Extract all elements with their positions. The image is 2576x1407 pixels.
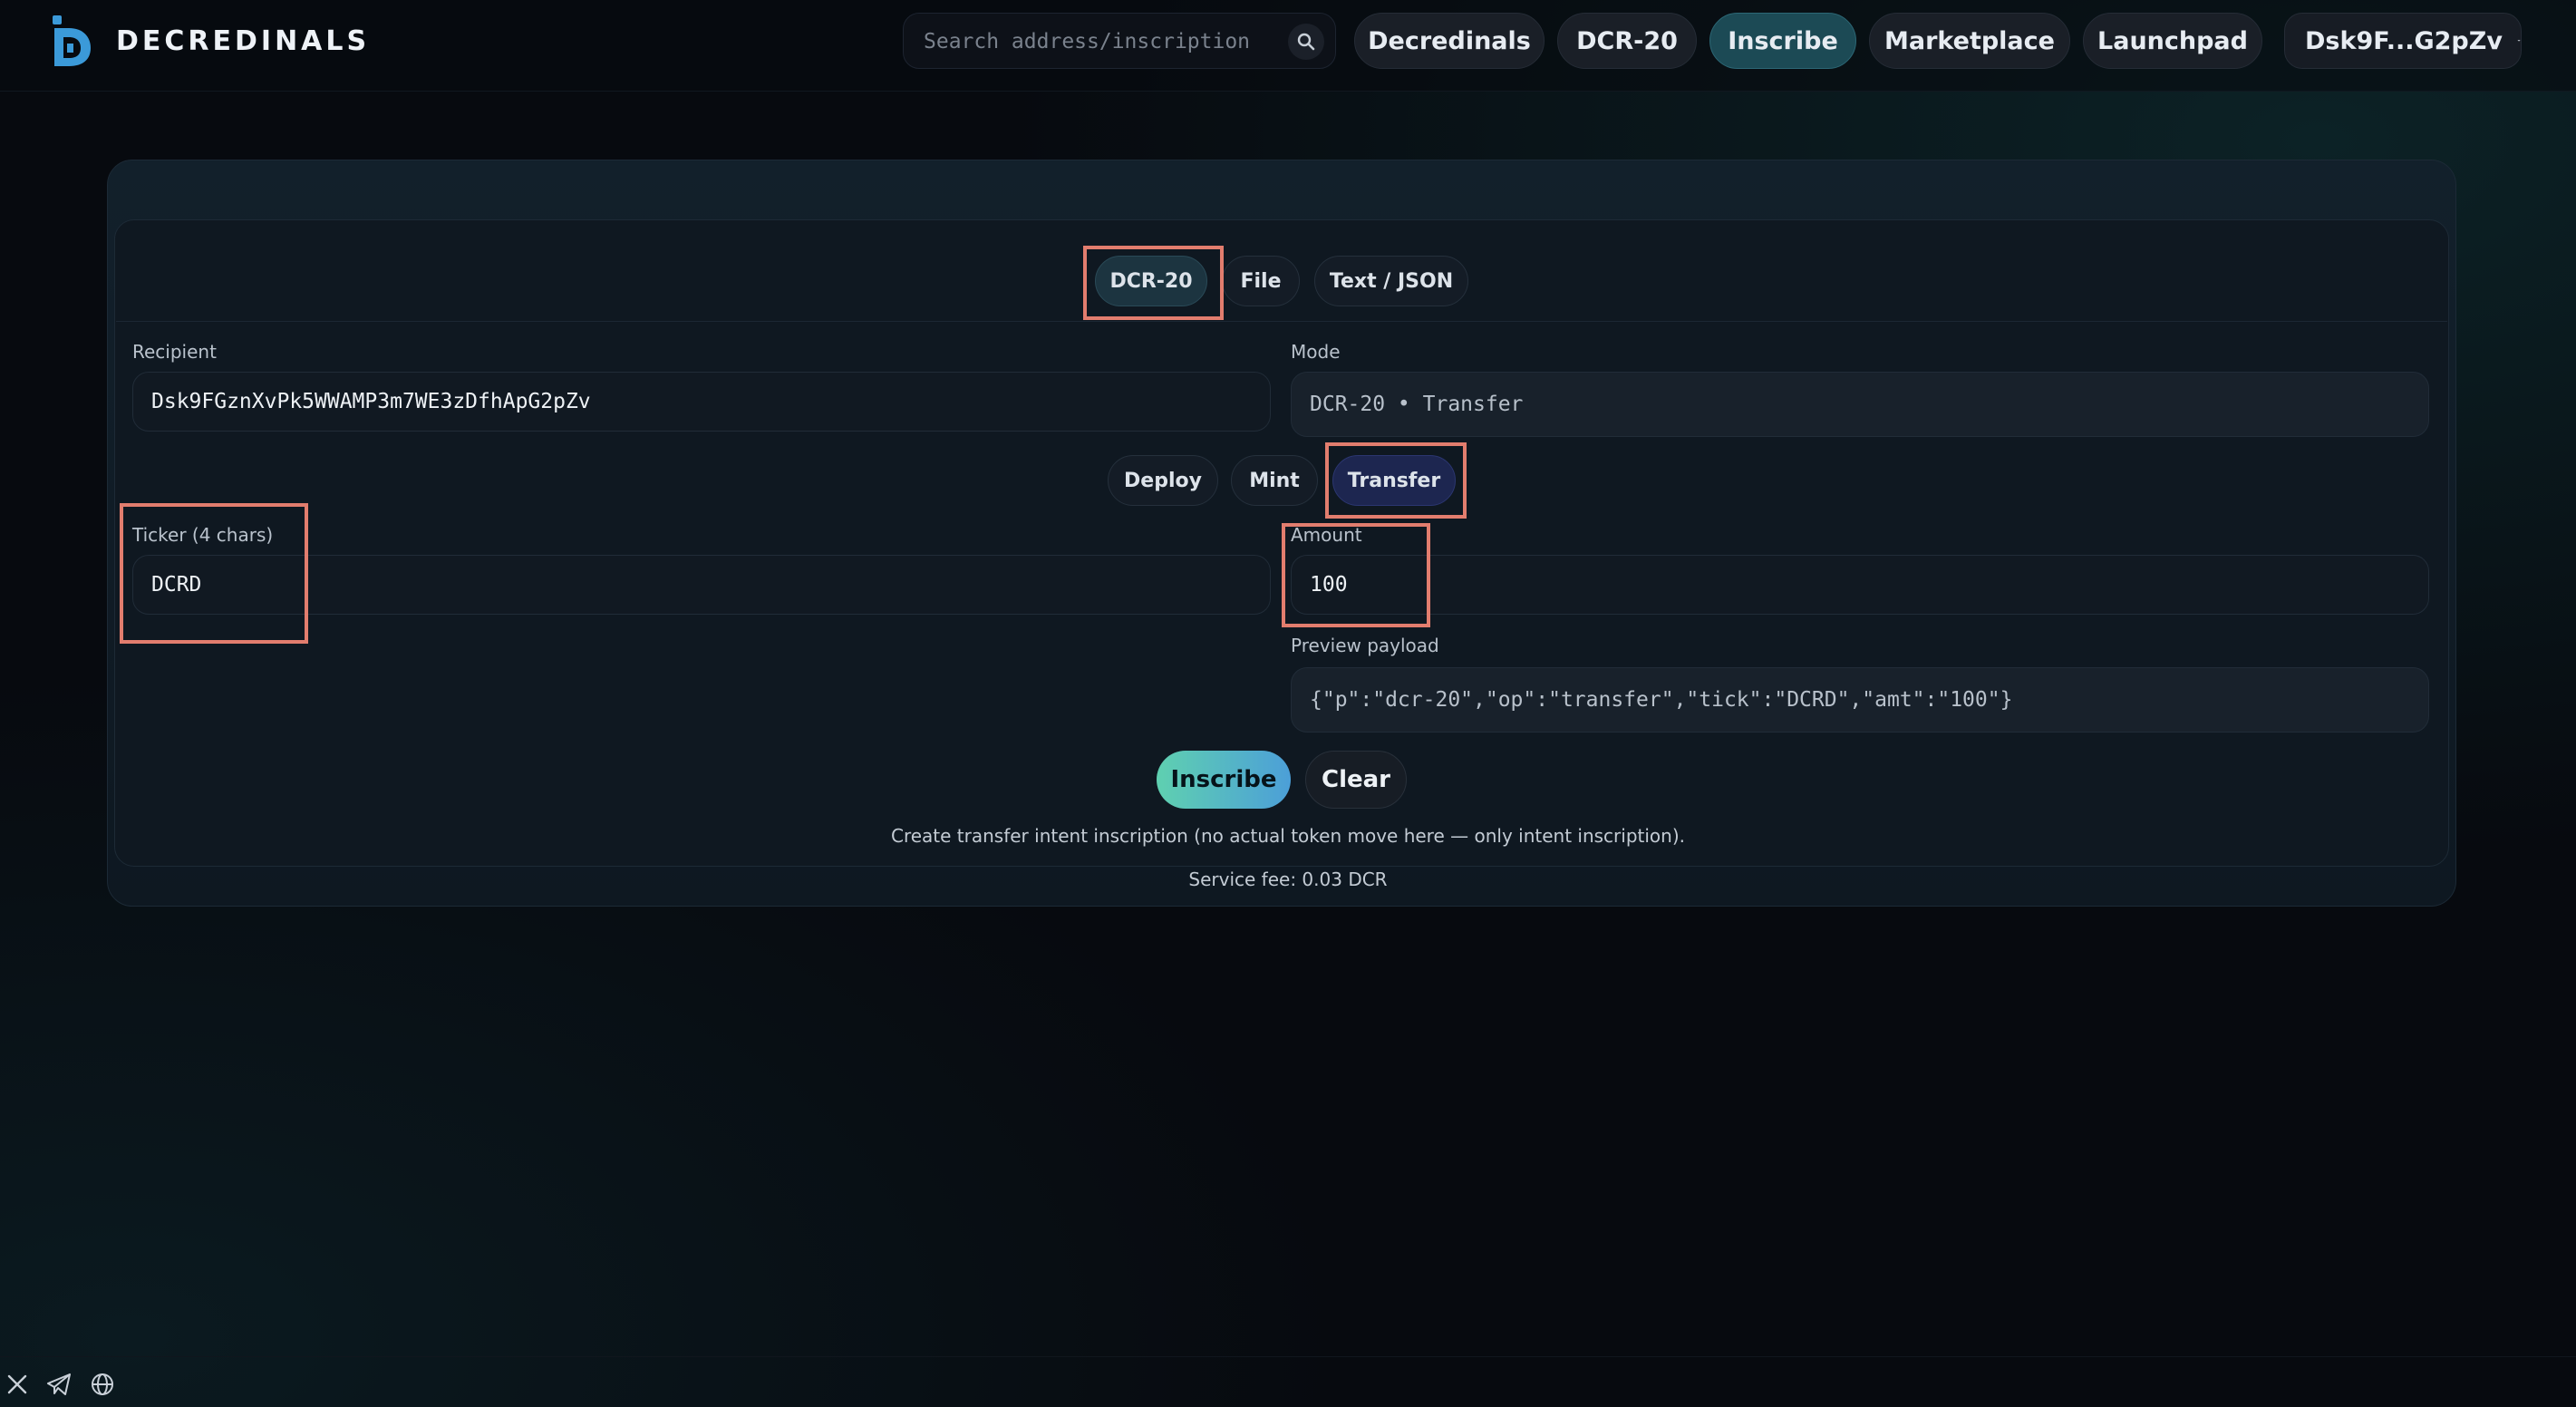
top-nav-bar: DECREDINALS Decredinals DCR-20 Inscribe … (0, 0, 2576, 92)
search-icon (1297, 33, 1315, 51)
x-icon[interactable] (4, 1371, 31, 1398)
brand-name: DECREDINALS (116, 24, 371, 57)
op-mint[interactable]: Mint (1231, 455, 1318, 506)
mode-display: DCR-20 • Transfer (1291, 372, 2429, 437)
transfer-note: Create transfer intent inscription (no a… (890, 825, 1685, 847)
nav-dcr20[interactable]: DCR-20 (1557, 13, 1697, 69)
nav-launchpad[interactable]: Launchpad (2083, 13, 2262, 69)
decredinals-logo-icon (49, 14, 96, 68)
search-input[interactable] (922, 14, 1279, 70)
preview-payload: {"p":"dcr-20","op":"transfer","tick":"DC… (1291, 667, 2429, 733)
nav-marketplace[interactable]: Marketplace (1869, 13, 2070, 69)
ticker-label: Ticker (4 chars) (132, 524, 274, 546)
recipient-input[interactable]: Dsk9FGznXvPk5WWAMP3m7WE3zDfhApG2pZv (132, 372, 1271, 432)
amount-input[interactable]: 100 (1291, 555, 2429, 615)
service-fee: Service fee: 0.03 DCR (1188, 868, 1388, 890)
globe-icon[interactable] (89, 1371, 116, 1398)
tab-file[interactable]: File (1222, 256, 1300, 306)
ticker-input[interactable]: DCRD (132, 555, 1271, 615)
tab-dcr20[interactable]: DCR-20 (1095, 256, 1207, 306)
chevron-down-icon (2517, 40, 2521, 42)
wallet-button[interactable]: Dsk9F...G2pZv (2284, 13, 2522, 69)
amount-label: Amount (1291, 524, 1362, 546)
mode-label: Mode (1291, 341, 1341, 363)
brand[interactable]: DECREDINALS (49, 13, 370, 69)
wallet-address: Dsk9F...G2pZv (2305, 26, 2503, 55)
telegram-icon[interactable] (45, 1371, 73, 1398)
nav-decredinals[interactable]: Decredinals (1354, 13, 1545, 69)
clear-button[interactable]: Clear (1305, 751, 1407, 809)
search-box (903, 13, 1336, 70)
op-transfer[interactable]: Transfer (1332, 455, 1456, 506)
tab-divider (116, 321, 2447, 322)
preview-label: Preview payload (1291, 635, 1439, 656)
inscribe-button[interactable]: Inscribe (1157, 751, 1291, 809)
nav-inscribe[interactable]: Inscribe (1709, 13, 1856, 69)
tab-text-json[interactable]: Text / JSON (1314, 256, 1468, 306)
recipient-label: Recipient (132, 341, 217, 363)
op-deploy[interactable]: Deploy (1108, 455, 1218, 506)
footer-divider (0, 1356, 2576, 1357)
search-button[interactable] (1288, 24, 1324, 60)
